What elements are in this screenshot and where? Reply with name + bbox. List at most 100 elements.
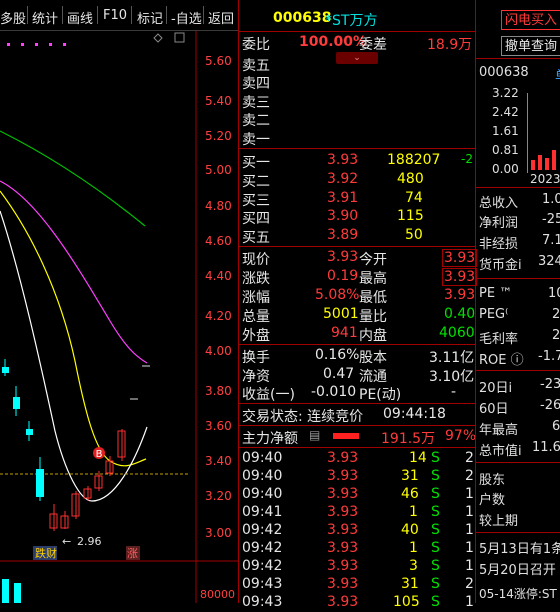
val-label: ROE ⓘ [479,353,524,368]
fin-label: 净利润 [479,216,519,231]
stat-label: 净资 [242,369,270,385]
bid-price: 3.91 [327,190,359,206]
bid-volume: 188207 [387,152,441,168]
tick-direction: S [431,504,440,520]
price-tick: 3.20 [205,489,232,503]
stat-value: 3.93 [327,249,359,265]
list-icon[interactable]: ▤ [309,428,320,442]
limit-up-tag[interactable]: 涨 [127,547,138,560]
toolbar-divider [62,6,63,24]
bid-row[interactable]: 买一 3.93 188207 -2 [239,152,475,171]
price-tick: 4.60 [205,234,232,248]
tick-price: 3.93 [327,522,359,538]
tick-row: 09:42 3.93 3 S 1 [239,558,475,576]
bid-row[interactable]: 买五 3.89 50 [239,227,475,246]
cancel-query-button[interactable]: 撤单查询 [501,36,560,56]
toolbar: 多股 统计 画线 F10 标记 -自选 返回 [0,0,238,31]
bid-label: 买二 [242,174,270,190]
news-item[interactable]: 5月20日召开 [479,559,556,578]
tick-volume: 40 [401,522,419,538]
tick-time: 09:40 [242,450,283,466]
toolbar-stats[interactable]: 统计 [32,8,58,27]
divider [239,246,475,247]
bid-label: 买四 [242,211,270,227]
news-item[interactable]: 05-14涨停:ST [479,585,557,602]
tick-count: 1 [465,558,474,574]
bid-change: -2 [461,152,473,166]
mini-bar [538,155,542,170]
weibi-label: 委比 [242,37,270,53]
val-label: PEG⁽ [479,307,509,322]
tick-price: 3.93 [327,594,359,610]
main-flow-value: 191.5万 [381,431,436,447]
fin-label: 货币金i [479,258,522,273]
tick-volume: 31 [401,468,419,484]
divider [239,425,475,426]
stat-row: 总量 5001 量比 0.40 [239,306,476,325]
bid-row[interactable]: 买二 3.92 480 [239,171,475,190]
toolbar-draw-line[interactable]: 画线 [67,8,93,27]
tick-row: 09:43 3.93 31 S 2 [239,576,475,594]
toolbar-divider [27,6,28,24]
tick-count: 1 [465,486,474,502]
bid-volume: 74 [405,190,423,206]
tick-count: 1 [465,504,474,520]
ask-label: 卖四 [242,76,270,92]
stat-row: 涨幅 5.08% 最低 3.93 [239,287,475,306]
divider [239,344,475,345]
right-code-suffix[interactable]: 单 [555,65,560,84]
kline-chart[interactable]: B ← 2.96 跌财 涨 5.60 5.40 5.20 5.00 4.80 4… [0,31,238,603]
divider [476,370,560,371]
price-tick: 5.00 [205,163,232,177]
ma-line-magenta [0,180,148,364]
trade-status-label: 交易状态: 连续竞价 [242,409,364,425]
val-label: 毛利率 [479,332,519,347]
stat-row: 换手 0.16% 股本 3.11亿 [239,347,475,366]
mini-tick: 3.22 [492,86,519,100]
tick-count: 1 [465,522,474,538]
divider [476,58,560,59]
bid-label: 买五 [242,230,270,246]
val-value: 10 [548,286,560,301]
tick-direction: S [431,468,440,484]
window-toggle-icon[interactable] [174,32,185,43]
tick-price: 3.93 [327,540,359,556]
mini-bar [545,158,549,170]
val-value: 2 [552,328,560,343]
bid-row[interactable]: 买四 3.90 115 [239,208,475,227]
holder-label: 户数 [479,493,506,508]
stat-label: 最低 [359,290,387,306]
toolbar-f10[interactable]: F10 [103,8,127,23]
tick-direction: S [431,576,440,592]
news-item[interactable]: 5月13日有1条 [479,538,560,557]
event-tag[interactable]: 跌财 [35,546,57,560]
bid-price: 3.90 [327,208,359,224]
tick-row: 09:41 3.93 1 S 1 [239,504,475,522]
stat-value: 0.40 [444,306,476,322]
quote-panel: 000638 *ST万方 委比 100.00% 委差 18.9万 ⌄ 卖五 卖四… [239,0,478,610]
toolbar-divider [131,6,132,24]
toolbar-mark[interactable]: 标记 [137,8,163,27]
tick-time: 09:42 [242,522,283,538]
tick-row: 09:43 3.93 105 S 1 [239,594,475,612]
mini-bar [531,160,535,170]
main-flow-row[interactable]: 主力净额 ▤ 191.5万 97% [239,428,476,447]
diamond-icon[interactable] [153,33,163,43]
bid-volume: 480 [397,171,424,187]
toolbar-back[interactable]: 返回 [208,8,234,27]
right-stock-code: 000638 [479,65,529,80]
toolbar-self-select[interactable]: -自选 [171,8,202,27]
indicator-dots [7,43,66,46]
stat-label: 收益(一) [242,387,295,403]
bid-row[interactable]: 买三 3.91 74 [239,190,475,209]
tick-count: 2 [465,576,474,592]
tick-row: 09:42 3.93 1 S 1 [239,540,475,558]
tick-time: 09:43 [242,594,283,610]
stat-value: 0.19 [327,268,359,284]
weibi-row: 委比 100.00% 委差 18.9万 [239,34,475,53]
flash-buy-button[interactable]: 闪电买入 [501,10,560,30]
toolbar-multi-stock[interactable]: 多股 [0,8,26,27]
stock-header: 000638 *ST万方 [239,10,475,29]
stat-value: 0.47 [323,366,355,382]
tick-volume: 105 [393,594,420,610]
